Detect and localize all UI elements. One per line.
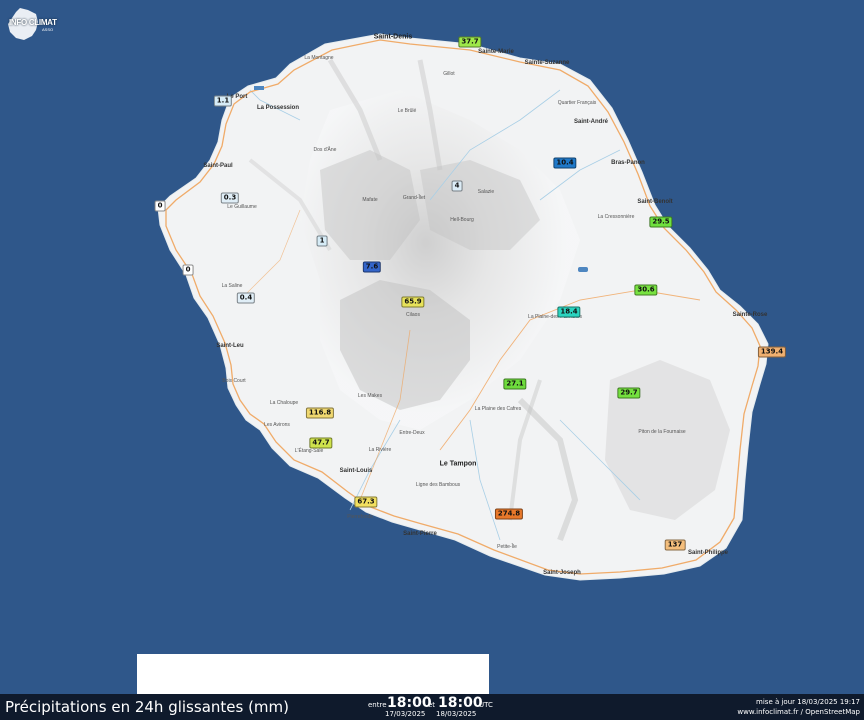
period-utc: UTC (479, 701, 493, 709)
map-canvas[interactable] (0, 0, 864, 694)
station-badge[interactable]: 274.8 (494, 508, 524, 520)
update-timestamp: mise à jour 18/03/2025 19:17 (756, 698, 860, 706)
station-badge[interactable]: 37.7 (458, 36, 482, 48)
station-badge[interactable]: 30.6 (634, 284, 658, 296)
label-plaine-des-cafres: La Plaine des Cafres (474, 406, 522, 412)
label-piton-de-la-fournaise: Piton de la Fournaise (638, 429, 686, 435)
label-la-riviere: La Rivière (368, 447, 392, 453)
label-les-avirons: Les Avirons (264, 422, 290, 428)
label-entre-deux: Entre-Deux (399, 430, 425, 436)
label-la-saline: La Saline (221, 283, 243, 289)
label-saint-leu: Saint-Leu (216, 343, 244, 349)
station-badge[interactable]: 139.4 (757, 346, 787, 358)
label-dos-dane: Dos d'Âne (313, 147, 337, 153)
label-la-possession: La Possession (256, 105, 300, 111)
station-badge[interactable]: 65.9 (401, 296, 425, 308)
footer-bar: Précipitations en 24h glissantes (mm) en… (0, 694, 864, 720)
label-bois-court: Bois Court (222, 378, 246, 384)
lake-bleu (578, 267, 588, 272)
label-saint-pierre: Saint-Pierre (403, 531, 437, 537)
label-mafate: Mafate (362, 197, 378, 203)
station-badge[interactable]: 47.7 (309, 437, 333, 449)
period-and: et (428, 701, 436, 709)
period-between: entre (368, 701, 387, 709)
label-ligne-des-bambous: Ligne des Bambous (415, 482, 461, 488)
period-end-date: 18/03/2025 (436, 710, 477, 718)
station-badge[interactable]: 4 (451, 180, 463, 192)
infoclimat-logo[interactable]: INFO CLIMAT ASSO (6, 6, 58, 42)
station-badge[interactable]: 1.1 (213, 95, 233, 107)
label-la-chaloupe: La Chaloupe (269, 400, 299, 406)
label-sainte-suzanne: Sainte-Suzanne (524, 60, 570, 66)
station-badge[interactable]: 7.6 (362, 261, 382, 273)
label-saint-joseph: Saint-Joseph (543, 570, 581, 576)
credits-link[interactable]: www.infoclimat.fr / OpenStreetMap (737, 708, 860, 716)
station-badge[interactable]: 18.4 (557, 306, 581, 318)
station-badge[interactable]: 1 (316, 235, 328, 247)
label-petite-ile: Petite-Île (497, 544, 517, 550)
station-badge[interactable]: 29.7 (617, 387, 641, 399)
period-start-date: 17/03/2025 (385, 710, 426, 718)
label-cilaos: Cilaos (406, 312, 420, 318)
period-info: entre 18:00 et 18:00 UTC 17/03/2025 18/0… (368, 695, 508, 719)
label-saint-benoit: Saint-Benoît (637, 199, 673, 205)
label-saint-paul: Saint-Paul (203, 163, 233, 169)
label-les-makes: Les Makes (357, 393, 383, 399)
label-sainte-rose: Sainte-Rose (732, 312, 768, 318)
period-end-time: 18:00 (438, 695, 483, 711)
logo-sub: ASSO (42, 27, 54, 32)
station-badge[interactable]: 27.1 (503, 378, 527, 390)
label-grand-ilet: Grand-Îlet (402, 195, 426, 201)
station-badge[interactable]: 67.3 (354, 496, 378, 508)
period-start-time: 18:00 (387, 695, 432, 711)
island-map (157, 33, 769, 581)
label-quartier-francais: Quartier Français (557, 100, 597, 106)
label-bras-panon: Bras-Panon (611, 160, 645, 166)
station-badge[interactable]: 0.3 (220, 192, 240, 204)
map-title: Précipitations en 24h glissantes (mm) (5, 698, 290, 716)
label-saint-denis: Saint-Denis (373, 33, 413, 41)
station-badge[interactable]: 116.8 (305, 407, 335, 419)
label-hell-bourg: Hell-Bourg (450, 217, 474, 223)
label-le-brule: Le Brûlé (397, 108, 417, 114)
label-la-montagne: La Montagne (304, 55, 334, 61)
label-saint-louis: Saint-Louis (339, 468, 373, 474)
legend-placeholder (137, 654, 489, 694)
label-sainte-marie: Sainte-Marie (478, 49, 514, 55)
logo-text: INFO CLIMAT (9, 18, 57, 27)
label-saint-philippe: Saint-Philippe (687, 550, 729, 556)
station-badge[interactable]: 0.4 (236, 292, 256, 304)
label-gillot: Gillot (443, 71, 455, 77)
label-saint-andre: Saint-André (573, 119, 609, 125)
label-pierrefonds: Pierrefonds (347, 514, 373, 520)
label-le-guillaume: Le Guillaume (227, 204, 257, 210)
label-le-tampon: Le Tampon (439, 460, 477, 468)
station-badge[interactable]: 10.4 (553, 157, 577, 169)
label-letang-sale: L'Étang-Salé (294, 448, 324, 454)
station-badge[interactable]: 137 (664, 539, 686, 551)
label-salazie: Salazie (477, 189, 495, 195)
station-badge[interactable]: 29.5 (649, 216, 673, 228)
port-basin (254, 86, 264, 90)
station-badge[interactable]: 0 (154, 200, 166, 212)
label-la-cressonniere: La Cressonnière (597, 214, 635, 220)
station-badge[interactable]: 0 (182, 264, 194, 276)
